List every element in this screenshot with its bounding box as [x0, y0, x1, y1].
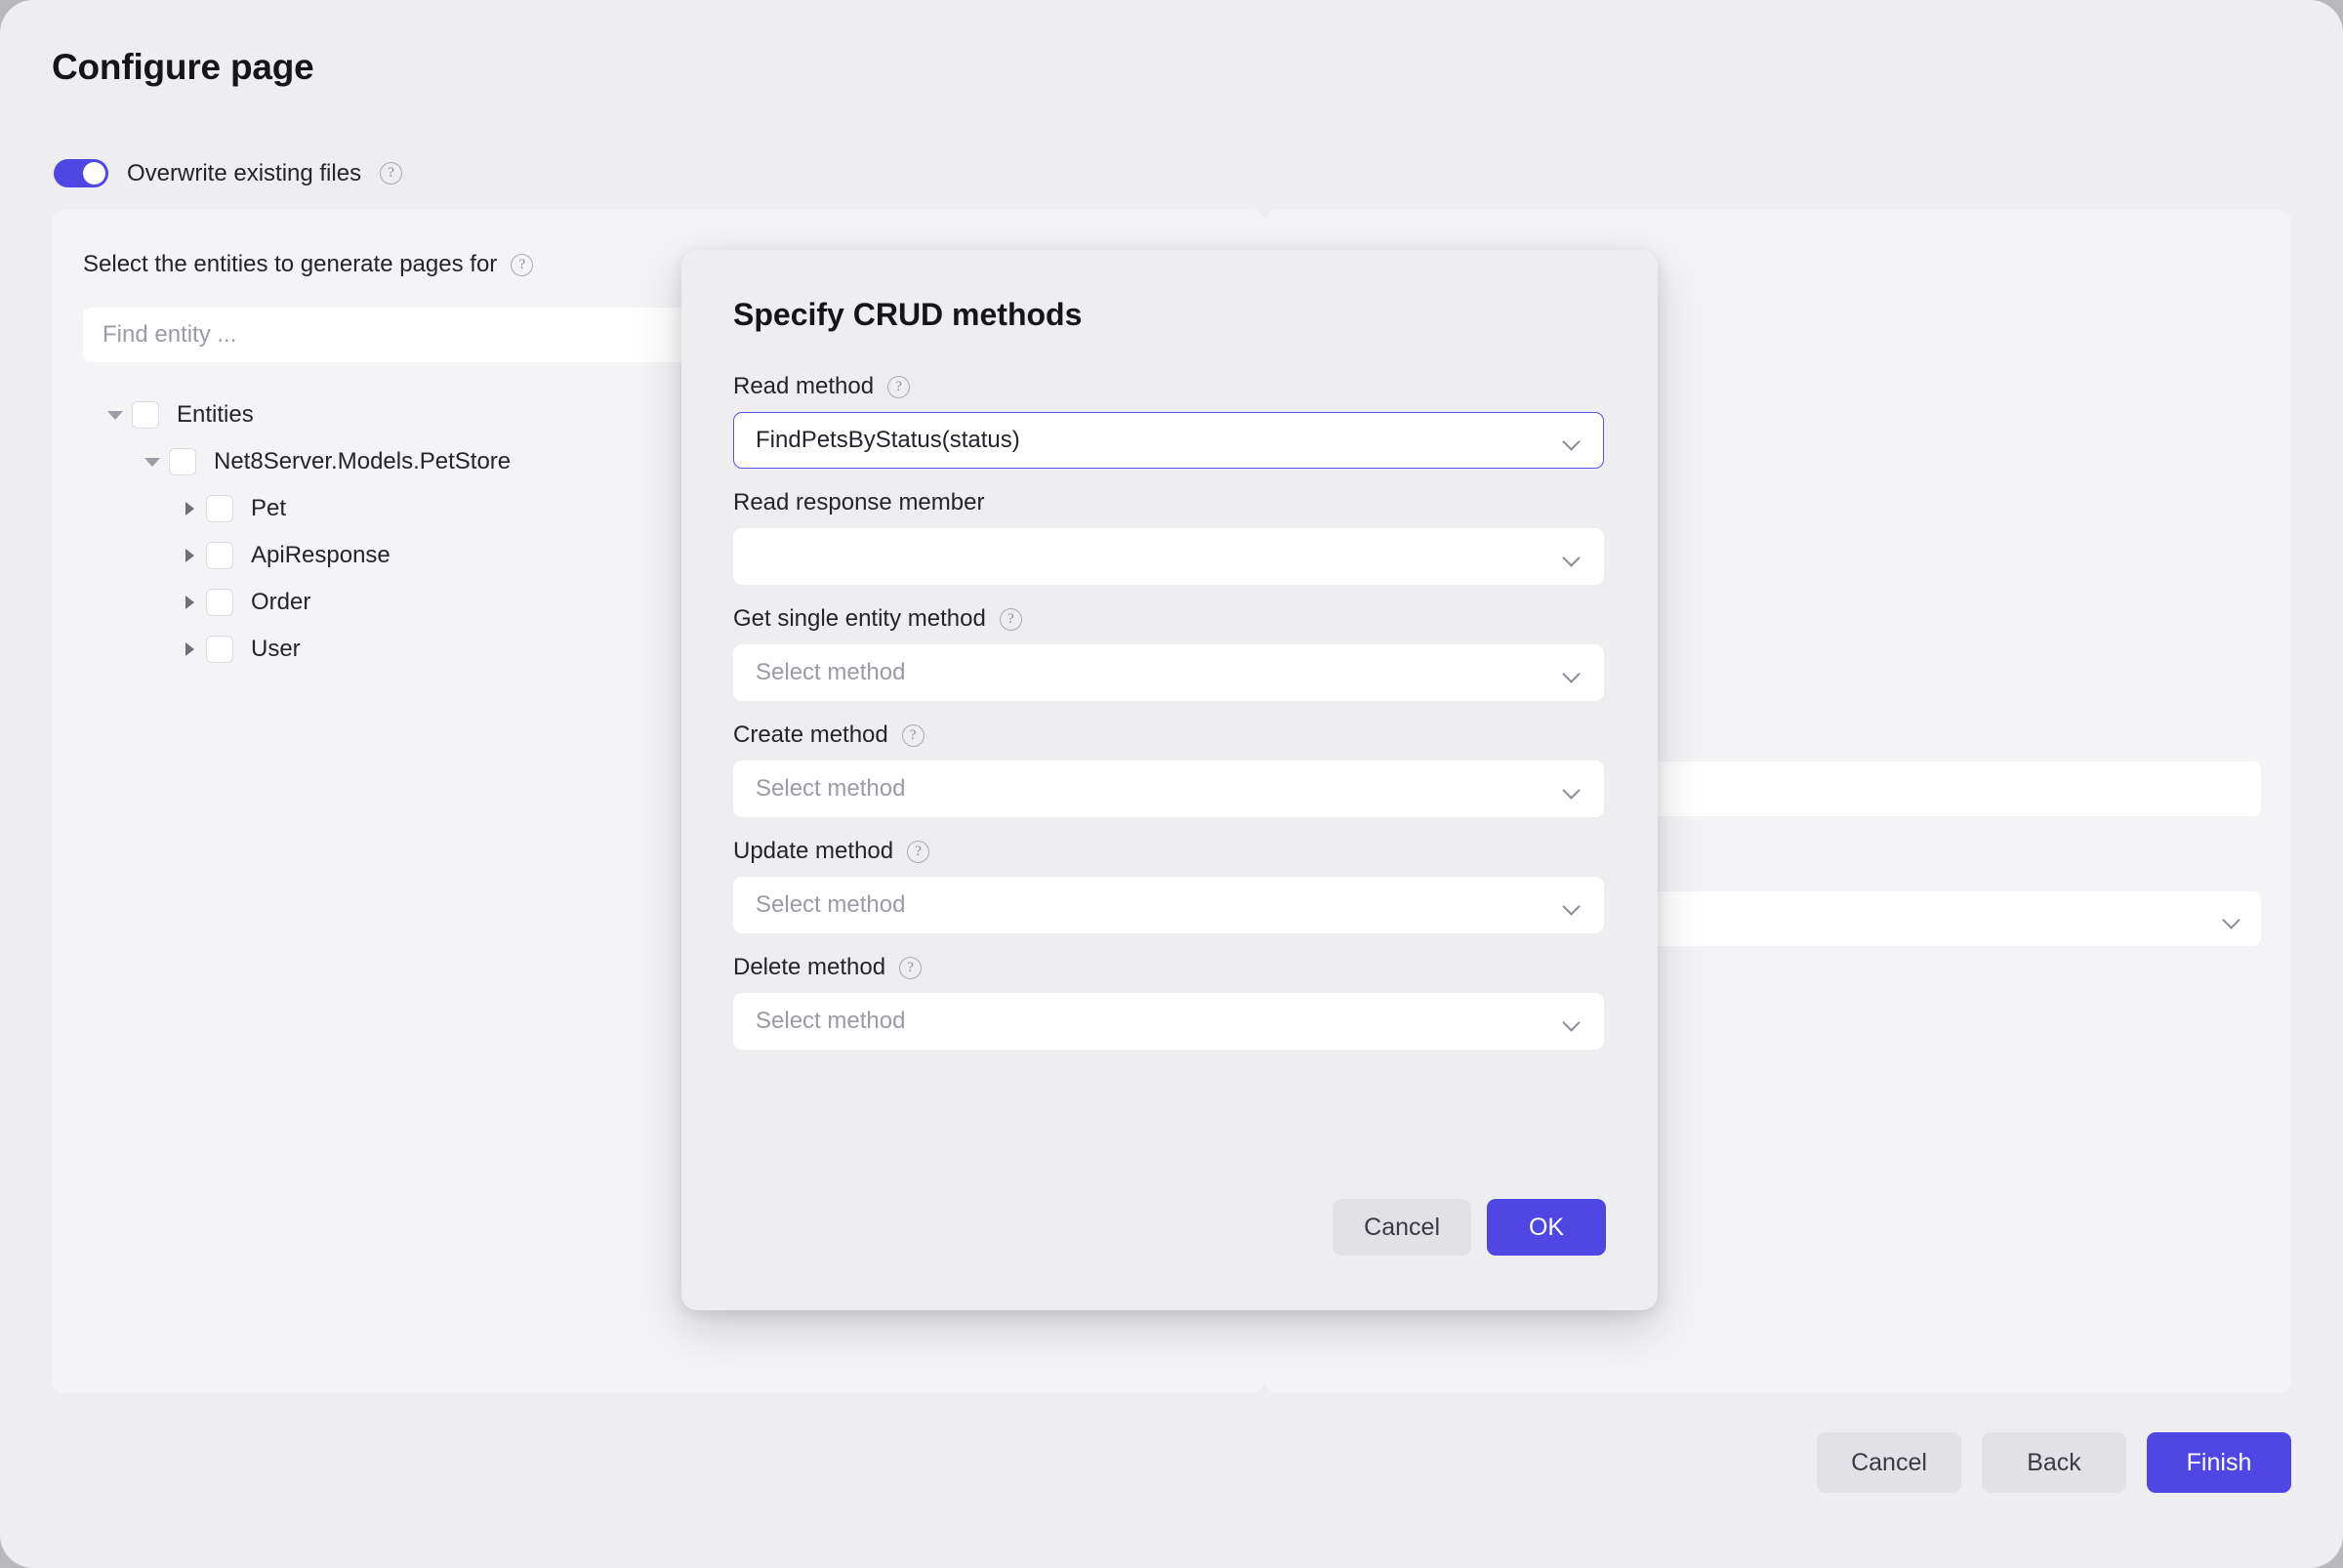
- specify-crud-methods-dialog: Specify CRUD methods Read method? FindPet…: [681, 250, 1658, 1310]
- dialog-field-select[interactable]: Select method: [733, 761, 1604, 817]
- dialog-field: Delete method? Select method: [733, 954, 1604, 1050]
- dialog-field-value: FindPetsByStatus(status): [756, 427, 1020, 453]
- dialog-field-label-text: Read method: [733, 373, 875, 399]
- dialog-field-label-text: Update method: [733, 838, 894, 864]
- chevron-down-icon: [1564, 552, 1582, 562]
- dialog-title: Specify CRUD methods: [733, 297, 1083, 332]
- dialog-field-label: Update method?: [733, 838, 1604, 865]
- dialog-field-label: Read method?: [733, 373, 1604, 400]
- dialog-field-placeholder: Select method: [756, 1008, 906, 1034]
- dialog-field-select[interactable]: Select method: [733, 877, 1604, 933]
- dialog-footer: Cancel OK: [1333, 1199, 1606, 1256]
- help-icon[interactable]: ?: [907, 840, 930, 863]
- dialog-field-label: Read response member: [733, 489, 1604, 516]
- dialog-field-placeholder: Select method: [756, 775, 906, 802]
- dialog-field-label-text: Get single entity method: [733, 605, 986, 632]
- dialog-field: Update method? Select method: [733, 838, 1604, 933]
- dialog-field-label: Get single entity method?: [733, 605, 1604, 633]
- chevron-down-icon: [1564, 435, 1582, 446]
- dialog-field-label-text: Read response member: [733, 489, 985, 516]
- dialog-ok-button[interactable]: OK: [1487, 1199, 1606, 1256]
- dialog-field-select[interactable]: [733, 528, 1604, 585]
- dialog-field: Get single entity method? Select method: [733, 605, 1604, 701]
- dialog-field: Create method? Select method: [733, 722, 1604, 817]
- dialog-field-label-text: Delete method: [733, 954, 886, 980]
- chevron-down-icon: [1564, 784, 1582, 795]
- dialog-field: Read response member: [733, 489, 1604, 585]
- dialog-form: Read method? FindPetsByStatus(status) Read…: [733, 373, 1604, 1070]
- dialog-field-select[interactable]: FindPetsByStatus(status): [733, 412, 1604, 469]
- modal-overlay: Specify CRUD methods Read method? FindPet…: [0, 0, 2343, 1568]
- dialog-field-label-text: Create method: [733, 722, 888, 748]
- dialog-field-label: Delete method?: [733, 954, 1604, 981]
- help-icon[interactable]: ?: [887, 375, 911, 398]
- dialog-field-placeholder: Select method: [756, 659, 906, 685]
- dialog-field-label: Create method?: [733, 722, 1604, 749]
- dialog-field-select[interactable]: Select method: [733, 993, 1604, 1050]
- dialog-field-placeholder: Select method: [756, 891, 906, 918]
- chevron-down-icon: [1564, 1016, 1582, 1027]
- dialog-field-select[interactable]: Select method: [733, 644, 1604, 701]
- help-icon[interactable]: ?: [999, 607, 1022, 631]
- help-icon[interactable]: ?: [901, 723, 925, 747]
- help-icon[interactable]: ?: [899, 956, 923, 979]
- configure-page-screen: Configure page Overwrite existing files …: [0, 0, 2343, 1568]
- dialog-cancel-button[interactable]: Cancel: [1333, 1199, 1471, 1256]
- chevron-down-icon: [1564, 668, 1582, 679]
- chevron-down-icon: [1564, 900, 1582, 911]
- dialog-field: Read method? FindPetsByStatus(status): [733, 373, 1604, 469]
